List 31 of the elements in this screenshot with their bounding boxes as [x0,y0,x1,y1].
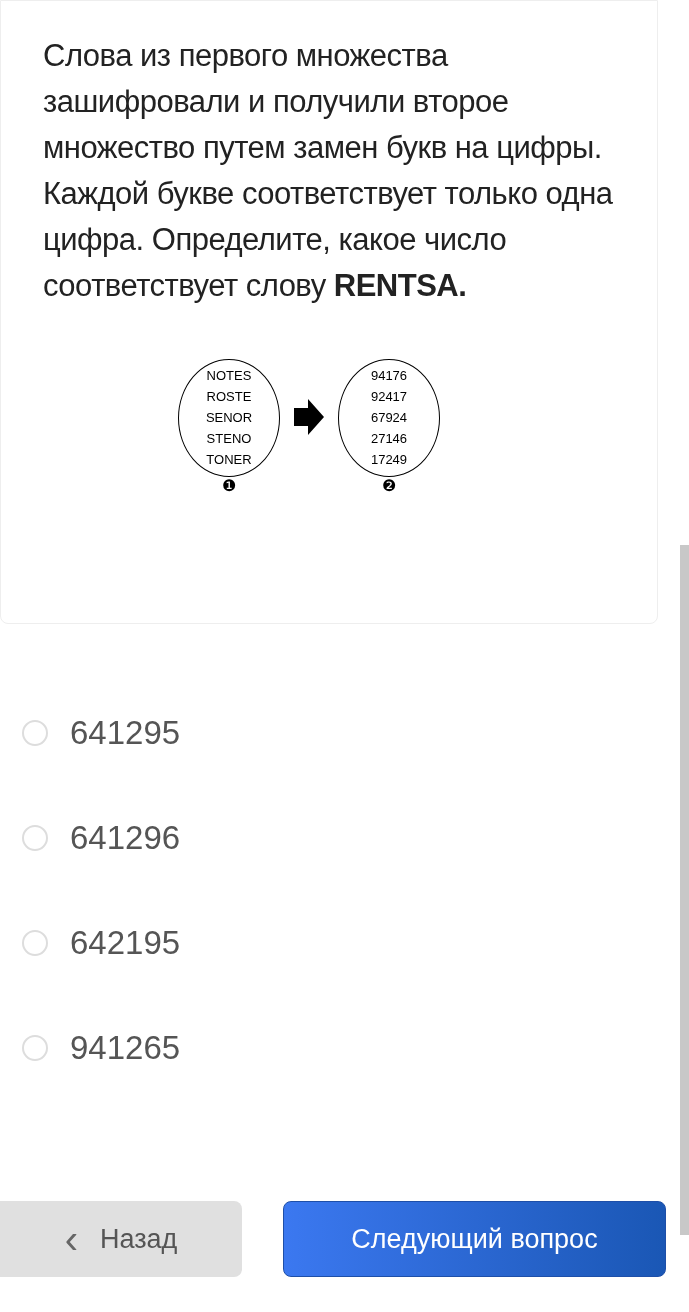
next-question-button[interactable]: Следующий вопрос [283,1201,666,1277]
radio-button[interactable] [22,719,48,746]
set-item: ROSTE [206,388,252,406]
radio-button[interactable] [22,1034,48,1061]
answer-option[interactable]: 641295 [0,680,660,785]
set-item: 27146 [370,430,408,448]
set-item: TONER [206,451,252,469]
set-item: 94176 [370,367,408,385]
set-item: 92417 [370,388,408,406]
set-item: NOTES [206,367,252,385]
option-label: 941265 [70,1027,181,1068]
set-item: 17249 [370,451,408,469]
radio-button[interactable] [22,824,48,851]
back-button[interactable]: ‹ Назад [0,1201,242,1277]
arrow-icon [294,399,324,435]
set-item: SENOR [205,409,253,427]
set-number: ❶ [222,477,236,495]
back-label: Назад [99,1222,178,1256]
set-item: STENO [206,430,252,448]
radio-button[interactable] [22,929,48,956]
option-label: 641296 [70,817,181,858]
set-number: ❷ [382,477,396,495]
scrollbar[interactable] [680,545,689,1235]
question-text: Слова из первого множества зашифровали и получили второе множество путем замен букв на цифры. Каждой букве соответствует только одна цифра. Определите, какое число соответствует слову RENTSA. [43,37,614,305]
chevron-left-icon: ‹ [64,1219,78,1259]
answer-option[interactable]: 641296 [0,785,660,890]
option-label: 641295 [70,712,181,753]
set-item: 67924 [370,409,408,427]
option-label: 642195 [70,922,181,963]
answer-option[interactable]: 642195 [0,890,660,995]
answer-option[interactable]: 941265 [0,995,660,1100]
